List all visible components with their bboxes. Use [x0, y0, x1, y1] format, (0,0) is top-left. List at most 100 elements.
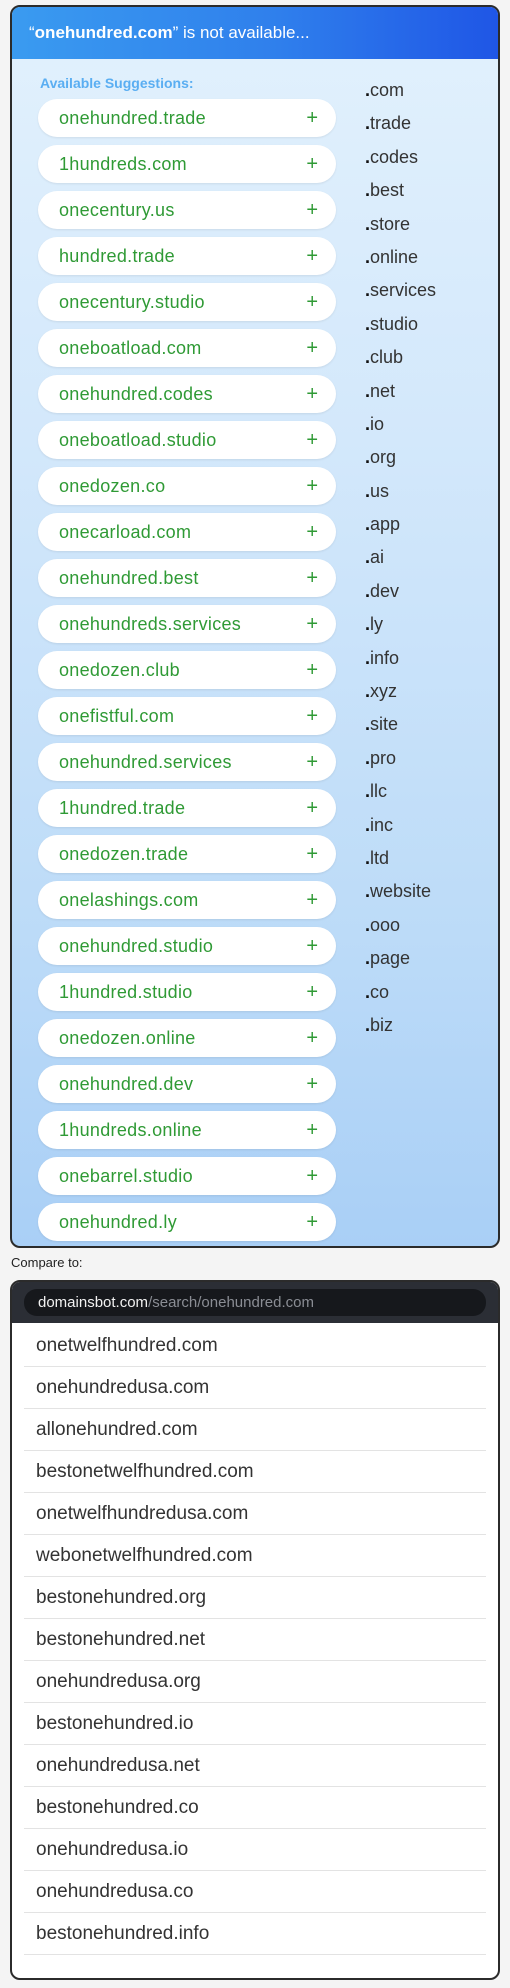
plus-icon[interactable]: +	[306, 476, 318, 496]
compare-result-item[interactable]: bestonehundred.io	[24, 1703, 486, 1745]
compare-result-item[interactable]: onehundredusa.co	[24, 1871, 486, 1913]
tld-item[interactable]: .codes	[365, 141, 485, 174]
tld-item[interactable]: .pro	[365, 742, 485, 775]
tld-item[interactable]: .trade	[365, 107, 485, 140]
plus-icon[interactable]: +	[306, 522, 318, 542]
address-bar[interactable]: domainsbot.com/search/onehundred.com	[24, 1289, 486, 1316]
suggestion-pill[interactable]: onehundred.dev +	[38, 1065, 336, 1103]
tld-item[interactable]: .best	[365, 174, 485, 207]
plus-icon[interactable]: +	[306, 1212, 318, 1232]
tld-item[interactable]: .io	[365, 408, 485, 441]
plus-icon[interactable]: +	[306, 660, 318, 680]
plus-icon[interactable]: +	[306, 338, 318, 358]
tld-item[interactable]: .club	[365, 341, 485, 374]
suggestion-pill[interactable]: onedozen.co +	[38, 467, 336, 505]
suggestion-pill[interactable]: onebarrel.studio +	[38, 1157, 336, 1195]
suggestion-pill[interactable]: onehundred.best +	[38, 559, 336, 597]
tld-item[interactable]: .co	[365, 976, 485, 1009]
tld-item[interactable]: .ltd	[365, 842, 485, 875]
tld-item[interactable]: .dev	[365, 575, 485, 608]
suggestion-pill[interactable]: onefistful.com +	[38, 697, 336, 735]
tld-item[interactable]: .app	[365, 508, 485, 541]
tld-item[interactable]: .ai	[365, 541, 485, 574]
compare-result-item[interactable]: bestonehundred.info	[24, 1913, 486, 1955]
plus-icon[interactable]: +	[306, 936, 318, 956]
plus-icon[interactable]: +	[306, 1074, 318, 1094]
suggestion-pill[interactable]: 1hundreds.online +	[38, 1111, 336, 1149]
suggestion-pill[interactable]: oneboatload.com +	[38, 329, 336, 367]
suggestion-pill[interactable]: onecentury.us +	[38, 191, 336, 229]
tld-item[interactable]: .website	[365, 875, 485, 908]
compare-result-item[interactable]: bestonetwelfhundred.com	[24, 1451, 486, 1493]
compare-result-item[interactable]: onehundredusa.com	[24, 1367, 486, 1409]
compare-result-item[interactable]: onetwelfhundredusa.com	[24, 1493, 486, 1535]
suggestion-pill[interactable]: oneboatload.studio +	[38, 421, 336, 459]
suggestion-pill[interactable]: onehundred.services +	[38, 743, 336, 781]
tld-item[interactable]: .ooo	[365, 909, 485, 942]
suggestion-pill[interactable]: 1hundreds.com +	[38, 145, 336, 183]
plus-icon[interactable]: +	[306, 982, 318, 1002]
compare-result-item[interactable]: onetwelfhundred.com	[24, 1325, 486, 1367]
plus-icon[interactable]: +	[306, 108, 318, 128]
compare-result-item[interactable]: allonehundred.com	[24, 1409, 486, 1451]
compare-result-item[interactable]: bestonehundred.org	[24, 1577, 486, 1619]
tld-item[interactable]: .inc	[365, 809, 485, 842]
plus-icon[interactable]: +	[306, 292, 318, 312]
suggestion-pill[interactable]: onedozen.trade +	[38, 835, 336, 873]
plus-icon[interactable]: +	[306, 568, 318, 588]
tld-item[interactable]: .org	[365, 441, 485, 474]
plus-icon[interactable]: +	[306, 154, 318, 174]
suggestion-pill[interactable]: onehundred.codes +	[38, 375, 336, 413]
suggestion-pill[interactable]: 1hundred.trade +	[38, 789, 336, 827]
tld-item[interactable]: .online	[365, 241, 485, 274]
plus-icon[interactable]: +	[306, 430, 318, 450]
plus-icon[interactable]: +	[306, 1166, 318, 1186]
plus-icon[interactable]: +	[306, 752, 318, 772]
tld-label: online	[370, 246, 419, 267]
tld-item[interactable]: .studio	[365, 308, 485, 341]
tld-item[interactable]: .llc	[365, 775, 485, 808]
suggestion-pill[interactable]: onehundred.studio +	[38, 927, 336, 965]
plus-icon[interactable]: +	[306, 200, 318, 220]
suggestion-domain: onehundred.dev	[59, 1073, 194, 1094]
tld-label: us	[370, 480, 390, 501]
suggestion-pill[interactable]: onecentury.studio +	[38, 283, 336, 321]
compare-result-item[interactable]: onehundredusa.net	[24, 1745, 486, 1787]
tld-item[interactable]: .info	[365, 642, 485, 675]
tld-item[interactable]: .biz	[365, 1009, 485, 1042]
plus-icon[interactable]: +	[306, 890, 318, 910]
suggestion-pill[interactable]: onehundred.trade +	[38, 99, 336, 137]
suggestion-domain: onehundred.services	[59, 751, 232, 772]
plus-icon[interactable]: +	[306, 246, 318, 266]
tld-item[interactable]: .site	[365, 708, 485, 741]
suggestion-pill[interactable]: hundred.trade +	[38, 237, 336, 275]
suggestion-pill[interactable]: onecarload.com +	[38, 513, 336, 551]
plus-icon[interactable]: +	[306, 798, 318, 818]
suggestion-pill[interactable]: onehundred.ly +	[38, 1203, 336, 1241]
compare-result-item[interactable]: bestonehundred.co	[24, 1787, 486, 1829]
suggestion-domain: onedozen.trade	[59, 843, 189, 864]
compare-result-item[interactable]: onehundredusa.io	[24, 1829, 486, 1871]
tld-item[interactable]: .net	[365, 375, 485, 408]
compare-result-item[interactable]: bestonehundred.net	[24, 1619, 486, 1661]
tld-item[interactable]: .xyz	[365, 675, 485, 708]
plus-icon[interactable]: +	[306, 1120, 318, 1140]
suggestion-pill[interactable]: onedozen.club +	[38, 651, 336, 689]
plus-icon[interactable]: +	[306, 384, 318, 404]
plus-icon[interactable]: +	[306, 844, 318, 864]
suggestion-pill[interactable]: onedozen.online +	[38, 1019, 336, 1057]
tld-item[interactable]: .us	[365, 475, 485, 508]
tld-item[interactable]: .com	[365, 74, 485, 107]
tld-item[interactable]: .page	[365, 942, 485, 975]
tld-item[interactable]: .services	[365, 274, 485, 307]
suggestion-pill[interactable]: 1hundred.studio +	[38, 973, 336, 1011]
tld-item[interactable]: .store	[365, 208, 485, 241]
suggestion-pill[interactable]: onehundreds.services +	[38, 605, 336, 643]
plus-icon[interactable]: +	[306, 706, 318, 726]
compare-result-item[interactable]: webonetwelfhundred.com	[24, 1535, 486, 1577]
tld-item[interactable]: .ly	[365, 608, 485, 641]
suggestion-pill[interactable]: onelashings.com +	[38, 881, 336, 919]
plus-icon[interactable]: +	[306, 1028, 318, 1048]
plus-icon[interactable]: +	[306, 614, 318, 634]
compare-result-item[interactable]: onehundredusa.org	[24, 1661, 486, 1703]
